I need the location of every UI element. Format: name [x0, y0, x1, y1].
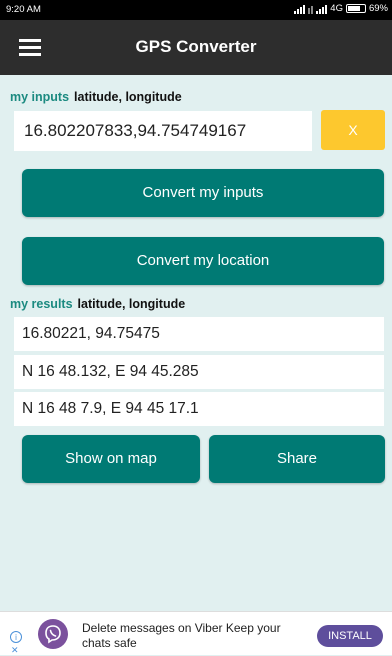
install-button[interactable]: INSTALL: [317, 625, 383, 647]
status-bar: 9:20 AM 4G 69%: [0, 0, 392, 20]
data-transfer-icon: [308, 4, 314, 14]
network-type: 4G: [330, 3, 343, 14]
results-label-accent: my results: [10, 297, 73, 311]
convert-inputs-button[interactable]: Convert my inputs: [22, 169, 384, 217]
show-on-map-button[interactable]: Show on map: [22, 435, 200, 483]
result-degrees-minutes[interactable]: N 16 48.132, E 94 45.285: [14, 355, 384, 389]
convert-location-button[interactable]: Convert my location: [22, 237, 384, 285]
ad-banner[interactable]: i ✕ Delete messages on Viber Keep your c…: [0, 611, 392, 655]
inputs-label-accent: my inputs: [10, 90, 70, 104]
status-time: 9:20 AM: [6, 4, 41, 15]
signal-icon: [294, 4, 306, 14]
app-bar: GPS Converter: [0, 20, 392, 75]
coordinates-input[interactable]: 16.802207833,94.754749167: [14, 111, 312, 151]
results-label: my results latitude, longitude: [10, 297, 185, 311]
status-indicators: 4G 69%: [294, 3, 388, 14]
result-degrees-minutes-seconds[interactable]: N 16 48 7.9, E 94 45 17.1: [14, 392, 384, 426]
ad-info-icon[interactable]: i: [10, 631, 22, 643]
share-button[interactable]: Share: [209, 435, 385, 483]
result-decimal[interactable]: 16.80221, 94.75475: [14, 317, 384, 351]
battery-icon: [345, 4, 366, 13]
clear-button[interactable]: X: [321, 110, 385, 150]
results-label-text: latitude, longitude: [77, 297, 186, 311]
battery-level: 69%: [368, 3, 388, 14]
viber-icon[interactable]: [38, 619, 68, 649]
ad-close-icon[interactable]: ✕: [11, 645, 19, 656]
signal-icon: [316, 4, 328, 14]
inputs-label: my inputs latitude, longitude: [10, 90, 182, 104]
ad-text: Delete messages on Viber Keep your chats…: [82, 621, 281, 650]
app-title: GPS Converter: [135, 37, 257, 56]
inputs-label-text: latitude, longitude: [74, 90, 182, 104]
